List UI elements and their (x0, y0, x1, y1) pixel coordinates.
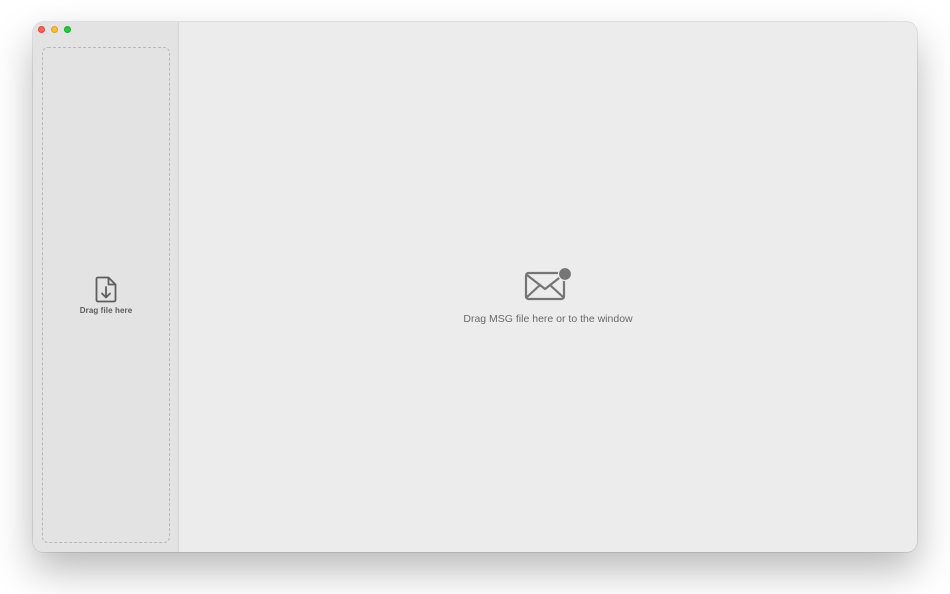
main-content[interactable]: Drag MSG file here or to the window (179, 22, 917, 552)
app-window: Drag file here Drag MSG file here or to … (33, 22, 917, 552)
window-controls (38, 26, 71, 33)
empty-state-label: Drag MSG file here or to the window (463, 313, 633, 325)
drop-zone-label: Drag file here (79, 305, 133, 315)
sidebar: Drag file here (33, 22, 179, 552)
empty-state: Drag MSG file here or to the window (179, 267, 917, 325)
zoom-window-button[interactable] (64, 26, 71, 33)
minimize-window-button[interactable] (51, 26, 58, 33)
mail-badge-icon (524, 267, 572, 301)
close-window-button[interactable] (38, 26, 45, 33)
file-download-icon (95, 276, 117, 302)
file-drop-zone[interactable]: Drag file here (42, 47, 170, 543)
